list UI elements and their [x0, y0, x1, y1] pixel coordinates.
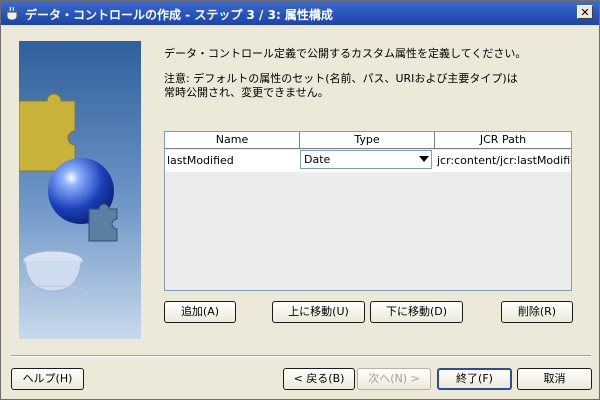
chevron-down-icon: [419, 156, 429, 162]
close-icon: ✕: [580, 6, 590, 19]
title-bar: データ・コントロールの作成 - ステップ 3 / 3: 属性構成 ✕: [1, 1, 599, 25]
window-title: データ・コントロールの作成 - ステップ 3 / 3: 属性構成: [25, 8, 333, 22]
add-button[interactable]: 追加(A): [164, 301, 236, 323]
coffee-cup-icon: [6, 6, 20, 21]
cell-name[interactable]: lastModified: [165, 150, 300, 172]
move-up-button[interactable]: 上に移動(U): [272, 301, 365, 323]
finish-button[interactable]: 終了(F): [437, 368, 512, 390]
yellow-puzzle-piece: [19, 93, 76, 172]
close-button[interactable]: ✕: [577, 5, 593, 19]
description-text: データ・コントロール定義で公開するカスタム属性を定義してください。: [164, 47, 527, 60]
wizard-art-panel: [19, 41, 141, 339]
type-select[interactable]: Date: [300, 150, 432, 169]
cell-jcr-path[interactable]: jcr:content/jcr:lastModified: [435, 150, 571, 172]
move-down-button[interactable]: 下に移動(D): [370, 301, 463, 323]
column-header-type[interactable]: Type: [300, 132, 435, 149]
table-header: Name Type JCR Path: [165, 132, 571, 149]
type-select-value: Date: [304, 153, 331, 166]
help-button[interactable]: ヘルプ(H): [11, 368, 84, 390]
note-text-line-1: 注意: デフォルトの属性のセット(名前、パス、URIおよび主要タイプ)は: [164, 72, 518, 85]
cancel-button[interactable]: 取消: [517, 368, 592, 390]
delete-button[interactable]: 削除(R): [501, 301, 573, 323]
back-button[interactable]: < 戻る(B): [283, 368, 355, 390]
dialog-window: データ・コントロールの作成 - ステップ 3 / 3: 属性構成 ✕ データ・コ…: [0, 0, 600, 400]
note-text-line-2: 常時公開され、変更できません。: [164, 86, 329, 99]
column-header-name[interactable]: Name: [165, 132, 300, 149]
footer-divider: [11, 355, 591, 357]
description-area: データ・コントロール定義で公開するカスタム属性を定義してください。 注意: デフ…: [164, 47, 584, 100]
column-header-jcr-path[interactable]: JCR Path: [435, 132, 571, 149]
next-button[interactable]: 次へ(N) >: [357, 368, 431, 390]
